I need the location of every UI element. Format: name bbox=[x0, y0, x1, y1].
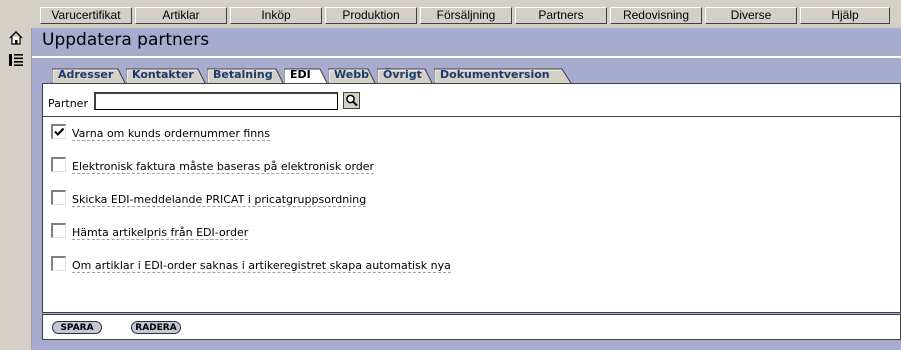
checkbox-auto-create-articles[interactable] bbox=[51, 256, 66, 271]
checkmark-icon bbox=[54, 127, 65, 136]
partner-search-button[interactable] bbox=[343, 92, 360, 109]
menu-artiklar[interactable]: Artiklar bbox=[135, 7, 227, 24]
partner-label: Partner bbox=[48, 97, 88, 110]
checkbox-edi-price[interactable] bbox=[51, 223, 66, 238]
tab-webb[interactable]: Webb bbox=[328, 68, 376, 83]
tab-label: Dokumentversion bbox=[440, 68, 550, 81]
partner-search-panel: Partner bbox=[42, 83, 901, 117]
tab-label: Kontakter bbox=[132, 68, 194, 81]
page-title: Uppdatera partners bbox=[42, 30, 210, 50]
tab-label: Övrigt bbox=[383, 68, 422, 81]
option-label: Om artiklar i EDI-order saknas i artiker… bbox=[72, 259, 451, 273]
menu-varucertifikat[interactable]: Varucertifikat bbox=[40, 7, 132, 24]
option-label: Varna om kunds ordernummer finns bbox=[72, 127, 270, 141]
checkbox-order-number-warning[interactable] bbox=[51, 124, 66, 139]
option-label: Skicka EDI-meddelande PRICAT i pricatgru… bbox=[72, 193, 367, 207]
tab-edi[interactable]: EDI bbox=[284, 68, 328, 83]
tab-kontakter[interactable]: Kontakter bbox=[126, 68, 206, 83]
menu-forsaljning[interactable]: Försäljning bbox=[420, 7, 512, 24]
list-icon[interactable] bbox=[8, 52, 24, 68]
tab-adresser[interactable]: Adresser bbox=[52, 68, 126, 83]
tab-label: Adresser bbox=[58, 68, 114, 81]
top-menu-bar: Varucertifikat Artiklar Inköp Produktion… bbox=[0, 0, 901, 28]
option-label: Hämta artikelpris från EDI-order bbox=[72, 226, 249, 240]
menu-hjalp[interactable]: Hjälp bbox=[800, 7, 890, 24]
menu-inkop[interactable]: Inköp bbox=[230, 7, 322, 24]
tab-label: Betalning bbox=[213, 68, 273, 81]
magnifier-icon bbox=[346, 94, 358, 107]
tab-ovrigt[interactable]: Övrigt bbox=[377, 68, 433, 83]
partner-input[interactable] bbox=[94, 92, 338, 110]
left-sidebar bbox=[0, 28, 32, 350]
menu-produktion[interactable]: Produktion bbox=[325, 7, 417, 24]
menu-partners[interactable]: Partners bbox=[515, 7, 607, 24]
tab-dokumentversion[interactable]: Dokumentversion bbox=[434, 68, 572, 83]
edi-options-panel: Varna om kunds ordernummer finns Elektro… bbox=[42, 117, 901, 313]
checkbox-electronic-invoice[interactable] bbox=[51, 157, 66, 172]
tab-betalning[interactable]: Betalning bbox=[207, 68, 284, 83]
home-icon[interactable] bbox=[8, 30, 24, 46]
title-divider bbox=[32, 56, 901, 58]
tab-label: Webb bbox=[334, 68, 369, 81]
save-button[interactable]: SPARA bbox=[52, 321, 102, 334]
checkbox-pricat-message[interactable] bbox=[51, 190, 66, 205]
delete-button[interactable]: RADERA bbox=[131, 321, 181, 334]
tab-label: EDI bbox=[290, 68, 311, 81]
option-label: Elektronisk faktura måste baseras på ele… bbox=[72, 160, 375, 174]
menu-diverse[interactable]: Diverse bbox=[705, 7, 797, 24]
action-bar: SPARA RADERA bbox=[42, 314, 901, 340]
main-content: Uppdatera partners Adresser Kontakter Be… bbox=[32, 28, 901, 350]
menu-redovisning[interactable]: Redovisning bbox=[610, 7, 702, 24]
